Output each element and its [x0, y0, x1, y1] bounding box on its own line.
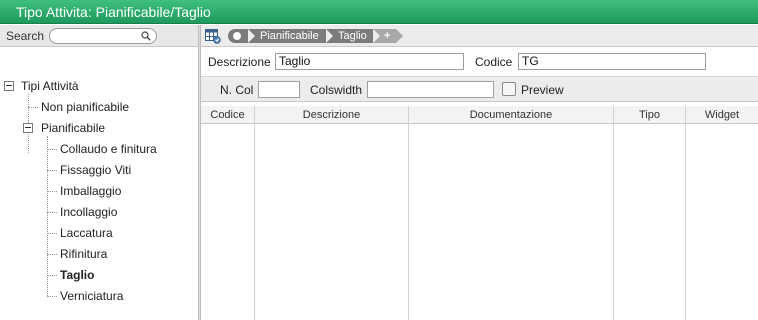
home-dot-icon	[233, 32, 241, 40]
column-header-codice[interactable]: Codice	[201, 106, 254, 124]
window-title: Tipo Attivita: Pianificabile/Taglio	[0, 0, 758, 24]
column-divider	[613, 106, 614, 320]
detail-form: Descrizione Taglio Codice TG	[201, 47, 758, 77]
table-settings-icon[interactable]	[205, 28, 221, 44]
column-header-descrizione[interactable]: Descrizione	[255, 106, 408, 124]
collapse-toggle-icon[interactable]	[4, 81, 14, 91]
tree-item-rifinitura[interactable]: Rifinitura	[60, 244, 107, 264]
breadcrumb-add-button[interactable]: +	[373, 29, 405, 43]
tree-connector	[47, 170, 57, 171]
tree-item-fissaggio-viti[interactable]: Fissaggio Viti	[60, 160, 131, 180]
tree-item-taglio-selected[interactable]: Taglio	[60, 265, 94, 285]
descrizione-label: Descrizione	[208, 55, 271, 69]
tree-root-tipi-attivita[interactable]: Tipi Attività	[21, 76, 79, 96]
ncol-label: N. Col	[220, 83, 254, 97]
tree-connector	[47, 296, 57, 297]
column-divider	[408, 106, 409, 320]
colswidth-field[interactable]	[367, 81, 494, 98]
descrizione-field[interactable]: Taglio	[275, 53, 464, 70]
column-header-widget[interactable]: Widget	[686, 106, 758, 124]
breadcrumb-taglio[interactable]: Taglio	[326, 29, 384, 43]
tree-connector	[47, 233, 57, 234]
tree-connector	[28, 107, 38, 108]
column-header-tipo[interactable]: Tipo	[614, 106, 685, 124]
tree-item-laccatura[interactable]: Laccatura	[60, 223, 113, 243]
main-panel: Pianificabile Taglio + Descrizione Tagli…	[201, 25, 758, 320]
search-input[interactable]	[49, 28, 157, 44]
tree-connector	[47, 191, 57, 192]
search-label: Search	[6, 29, 45, 43]
tree-connector	[47, 254, 57, 255]
tree-item-collaudo-e-finitura[interactable]: Collaudo e finitura	[60, 139, 157, 159]
column-divider	[254, 106, 255, 320]
breadcrumb-toolbar: Pianificabile Taglio +	[201, 25, 758, 47]
tree-item-pianificabile[interactable]: Pianificabile	[41, 118, 105, 138]
tree-item-incollaggio[interactable]: Incollaggio	[60, 202, 117, 222]
column-header-documentazione[interactable]: Documentazione	[409, 106, 613, 124]
tree-item-verniciatura[interactable]: Verniciatura	[60, 286, 123, 306]
codice-label: Codice	[475, 55, 513, 69]
tree-item-non-pianificabile[interactable]: Non pianificabile	[41, 97, 129, 117]
tree-connector	[47, 149, 57, 150]
columns-table: Codice Descrizione Documentazione Tipo W…	[201, 106, 758, 320]
search-icon[interactable]	[141, 31, 151, 41]
tree-item-imballaggio[interactable]: Imballaggio	[60, 181, 121, 201]
table-header: Codice Descrizione Documentazione Tipo W…	[201, 106, 758, 124]
search-bar: Search	[0, 25, 198, 47]
codice-field[interactable]: TG	[518, 53, 706, 70]
column-divider	[685, 106, 686, 320]
options-bar: N. Col Colswidth Preview	[201, 77, 758, 102]
breadcrumb-pianificabile[interactable]: Pianificabile	[248, 29, 336, 43]
collapse-toggle-icon[interactable]	[23, 123, 33, 133]
colswidth-label: Colswidth	[310, 83, 363, 97]
breadcrumb-home[interactable]	[228, 29, 250, 43]
tree-connector	[47, 275, 57, 276]
preview-checkbox[interactable]	[502, 82, 516, 96]
tree-connector	[47, 136, 48, 296]
tree-connector	[47, 212, 57, 213]
ncol-field[interactable]	[258, 81, 300, 98]
sidebar: Search Tipi Attività Non pianificabile P…	[0, 25, 198, 320]
preview-label: Preview	[521, 83, 564, 97]
